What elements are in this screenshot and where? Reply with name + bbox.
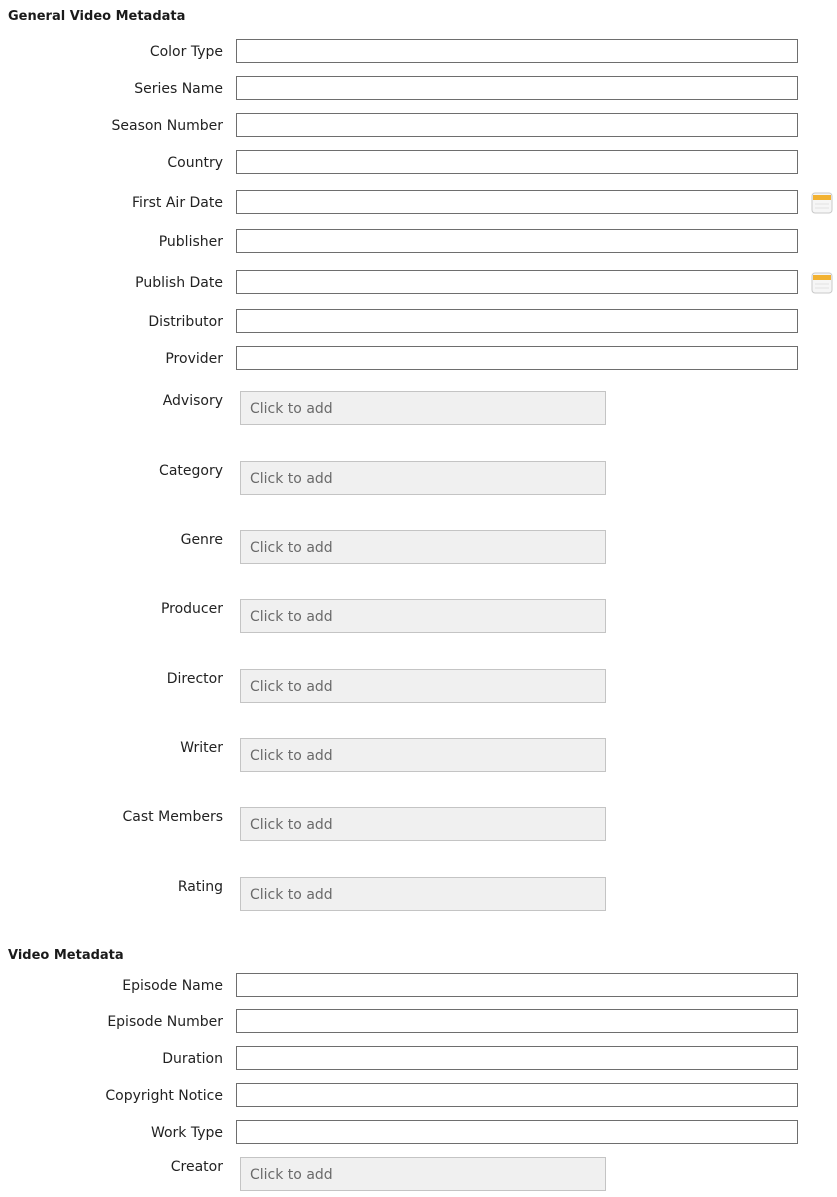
season-number-input[interactable] [236,113,798,137]
field-writer: Writer Click to add [0,737,837,777]
field-season-number: Season Number [0,113,837,139]
field-label: Rating [177,879,223,895]
field-genre: Genre Click to add [0,529,837,569]
country-input[interactable] [236,150,798,174]
field-label: Season Number [111,118,223,134]
field-label: Creator [170,1159,223,1175]
publish-date-input[interactable] [236,270,798,294]
rating-tag-input[interactable]: Click to add [240,877,606,911]
field-label: Advisory [162,393,223,409]
field-country: Country [0,150,837,176]
field-color-type: Color Type [0,39,837,65]
first-air-date-input[interactable] [236,190,798,214]
calendar-icon[interactable] [811,272,833,294]
work-type-input[interactable] [236,1120,798,1144]
field-producer: Producer Click to add [0,598,837,638]
field-label: Producer [160,601,223,617]
provider-input[interactable] [236,346,798,370]
genre-tag-input[interactable]: Click to add [240,530,606,564]
field-category: Category Click to add [0,460,837,500]
producer-tag-input[interactable]: Click to add [240,599,606,633]
section-title-video: Video Metadata [8,948,124,963]
field-label: Episode Name [122,978,223,994]
field-provider: Provider [0,346,837,372]
duration-input[interactable] [236,1046,798,1070]
color-type-input[interactable] [236,39,798,63]
distributor-input[interactable] [236,309,798,333]
field-distributor: Distributor [0,309,837,335]
field-label: Copyright Notice [105,1088,223,1104]
publisher-input[interactable] [236,229,798,253]
cast-members-tag-input[interactable]: Click to add [240,807,606,841]
field-director: Director Click to add [0,668,837,708]
copyright-notice-input[interactable] [236,1083,798,1107]
field-first-air-date: First Air Date [0,190,837,216]
director-tag-input[interactable]: Click to add [240,669,606,703]
calendar-icon[interactable] [811,192,833,214]
field-label: First Air Date [131,195,223,211]
advisory-tag-input[interactable]: Click to add [240,391,606,425]
field-label: Episode Number [107,1014,223,1030]
field-label: Provider [165,351,223,367]
field-label: Country [167,155,223,171]
episode-number-input[interactable] [236,1009,798,1033]
field-label: Distributor [148,314,223,330]
field-duration: Duration [0,1046,837,1072]
field-label: Genre [180,532,223,548]
section-title-general: General Video Metadata [8,9,186,24]
series-name-input[interactable] [236,76,798,100]
field-label: Work Type [150,1125,223,1141]
field-publish-date: Publish Date [0,270,837,296]
field-label: Duration [162,1051,223,1067]
field-advisory: Advisory Click to add [0,390,837,430]
writer-tag-input[interactable]: Click to add [240,738,606,772]
field-episode-number: Episode Number [0,1009,837,1035]
field-label: Publisher [158,234,223,250]
episode-name-input[interactable] [236,973,798,997]
field-label: Cast Members [122,809,223,825]
field-label: Writer [180,740,223,756]
creator-tag-input[interactable]: Click to add [240,1157,606,1191]
field-rating: Rating Click to add [0,876,837,916]
category-tag-input[interactable]: Click to add [240,461,606,495]
field-label: Category [159,463,223,479]
field-episode-name: Episode Name [0,973,837,999]
field-work-type: Work Type [0,1120,837,1146]
field-cast-members: Cast Members Click to add [0,806,837,846]
field-label: Publish Date [135,275,223,291]
field-creator: Creator Click to add [0,1156,837,1196]
field-publisher: Publisher [0,229,837,255]
field-label: Color Type [149,44,223,60]
field-series-name: Series Name [0,76,837,102]
field-label: Series Name [134,81,223,97]
field-label: Director [166,671,223,687]
field-copyright-notice: Copyright Notice [0,1083,837,1109]
